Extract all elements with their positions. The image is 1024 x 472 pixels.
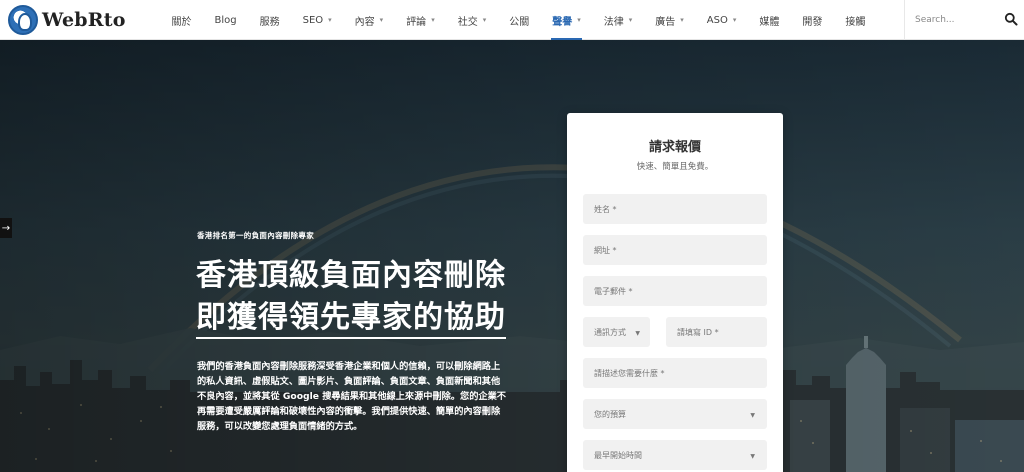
contact-method-select[interactable]: 通訊方式 ▼ bbox=[583, 317, 650, 347]
nav-item-4[interactable]: 內容 ▾ bbox=[343, 0, 395, 40]
top-navigation: WebRto 關於 Blog 服務 SEO ▾ 內容 ▾ 評論 ▾ 社交 ▾ 公關 聲譽 ▾ 法律 ▾ 廣告 ▾ A… bbox=[0, 0, 1024, 40]
needs-field[interactable]: 請描述您需要什麼 * bbox=[583, 358, 767, 388]
nav-item-10[interactable]: 廣告 ▾ bbox=[644, 0, 696, 40]
nav-item-12[interactable]: 媒體 bbox=[748, 0, 791, 40]
hero-headline-line1: 香港頂級負面內容刪除 bbox=[196, 258, 506, 293]
nav-item-label: ASO bbox=[706, 14, 728, 26]
nav-item-label: 媒體 bbox=[759, 16, 780, 28]
nav-item-7[interactable]: 公關 bbox=[498, 0, 541, 40]
start-time-label: 最早開始時間 bbox=[594, 450, 642, 460]
nav-item-5[interactable]: 評論 ▾ bbox=[395, 0, 447, 40]
contact-id-field[interactable]: 請填寫 ID * bbox=[666, 317, 767, 347]
nav-item-label: 廣告 bbox=[655, 16, 676, 28]
brand-name: WebRto bbox=[42, 9, 126, 31]
chevron-down-icon: ▾ bbox=[328, 16, 332, 24]
nav-item-11[interactable]: ASO ▾ bbox=[695, 0, 748, 40]
chevron-down-icon: ▾ bbox=[482, 16, 487, 24]
nav-item-label: 評論 bbox=[406, 16, 427, 28]
nav-item-label: 服務 bbox=[259, 16, 280, 28]
budget-select[interactable]: 您的預算 ▼ bbox=[583, 399, 767, 429]
search-input[interactable] bbox=[915, 15, 1001, 25]
budget-label: 您的預算 bbox=[594, 409, 626, 419]
start-time-select[interactable]: 最早開始時間 ▼ bbox=[583, 440, 767, 470]
nav-item-label: SEO bbox=[302, 14, 324, 26]
nav-item-2[interactable]: 服務 bbox=[248, 0, 291, 40]
nav-item-label: 聲譽 bbox=[552, 16, 573, 28]
nav-item-label: 關於 bbox=[171, 16, 192, 28]
nav-item-label: 開發 bbox=[802, 16, 823, 28]
nav-item-8[interactable]: 聲譽 ▾ bbox=[541, 0, 593, 40]
main-menu: 關於 Blog 服務 SEO ▾ 內容 ▾ 評論 ▾ 社交 ▾ 公關 聲譽 ▾ 法律 ▾ 廣告 ▾ ASO ▾ 媒體 開發… bbox=[160, 0, 877, 40]
chevron-down-icon: ▾ bbox=[680, 16, 684, 24]
chevron-down-icon: ▾ bbox=[431, 16, 435, 24]
chevron-down-icon: ▾ bbox=[379, 16, 384, 24]
hero-eyebrow: 香港排名第一的負面內容刪除專家 bbox=[197, 231, 314, 240]
brand-logo[interactable]: WebRto bbox=[8, 4, 126, 36]
contact-method-label: 通訊方式 bbox=[594, 327, 626, 337]
hero-background-image bbox=[0, 40, 1024, 472]
nav-item-label: Blog bbox=[214, 14, 237, 26]
chevron-down-icon: ▾ bbox=[732, 16, 737, 24]
chevron-down-icon: ▼ bbox=[750, 412, 755, 419]
nav-item-9[interactable]: 法律 ▾ bbox=[592, 0, 644, 40]
nav-item-3[interactable]: SEO ▾ bbox=[291, 0, 343, 40]
chevron-down-icon: ▼ bbox=[750, 453, 755, 460]
form-subtitle: 快速、簡單且免費。 bbox=[636, 162, 714, 172]
chevron-down-icon: ▾ bbox=[628, 16, 633, 24]
hero-headline-line2: 即獲得領先專家的協助 bbox=[196, 300, 506, 339]
nav-item-1[interactable]: Blog bbox=[203, 0, 248, 40]
nav-item-label: 內容 bbox=[354, 16, 375, 28]
hero-description: 我們的香港負面內容刪除服務深受香港企業和個人的信賴，可以刪除網路上的私人資訊、虛… bbox=[197, 361, 506, 432]
name-field[interactable]: 姓名 * bbox=[583, 194, 767, 224]
nav-item-label: 社交 bbox=[457, 16, 478, 28]
side-toggle-arrow-icon[interactable]: → bbox=[0, 218, 12, 238]
nav-item-14[interactable]: 接觸 bbox=[834, 0, 877, 40]
hero-section: → 香港排名第一的負面內容刪除專家 香港頂級負面內容刪除 即獲得領先專家的協助 … bbox=[0, 40, 1024, 472]
email-field[interactable]: 電子郵件 * bbox=[583, 276, 767, 306]
search-icon[interactable] bbox=[1004, 12, 1018, 26]
form-title: 請求報價 bbox=[648, 140, 701, 155]
nav-item-0[interactable]: 關於 bbox=[160, 0, 203, 40]
hero-headline: 香港頂級負面內容刪除 即獲得領先專家的協助 bbox=[196, 255, 506, 339]
nav-item-6[interactable]: 社交 ▾ bbox=[446, 0, 498, 40]
nav-item-label: 公關 bbox=[509, 16, 530, 28]
website-field[interactable]: 網址 * bbox=[583, 235, 767, 265]
nav-item-label: 接觸 bbox=[845, 16, 866, 28]
logo-icon bbox=[8, 5, 38, 35]
chevron-down-icon: ▾ bbox=[577, 16, 581, 24]
nav-item-13[interactable]: 開發 bbox=[791, 0, 834, 40]
search-box bbox=[904, 0, 1024, 40]
quote-request-form: 請求報價 快速、簡單且免費。 姓名 * 網址 * 電子郵件 * 通訊方式 ▼ 請… bbox=[567, 113, 783, 472]
nav-item-label: 法律 bbox=[603, 16, 624, 28]
chevron-down-icon: ▼ bbox=[635, 330, 640, 337]
